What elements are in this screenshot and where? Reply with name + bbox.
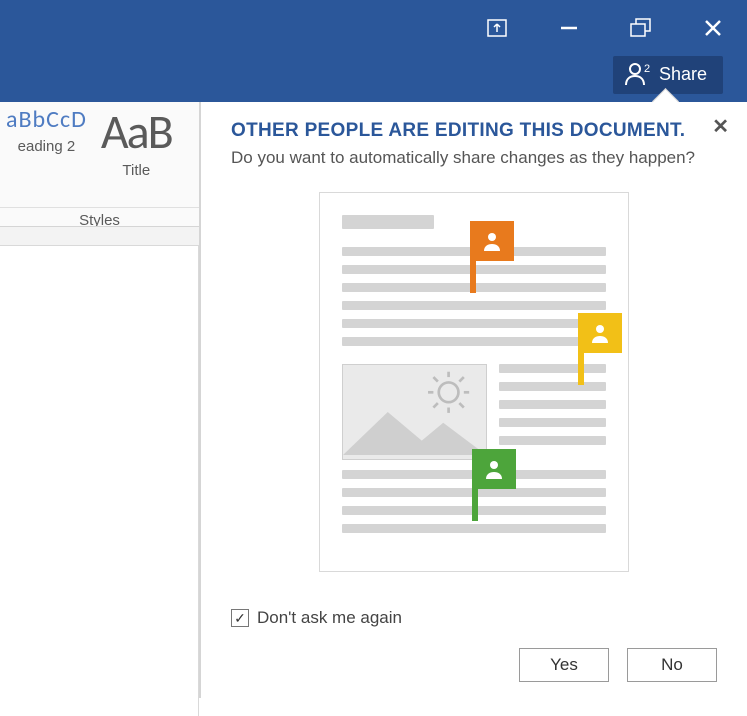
document-page[interactable] — [0, 245, 199, 716]
popup-illustration — [319, 192, 629, 572]
style-label: eading 2 — [6, 138, 87, 155]
popup-subheading: Do you want to automatically share chang… — [231, 148, 717, 168]
user-flag-green — [472, 449, 516, 489]
checkbox-icon: ✓ — [231, 609, 249, 627]
styles-column: aBbCcD eading 2 AaB Title Styles — [0, 102, 200, 698]
user-icon — [482, 457, 506, 481]
share-label: Share — [659, 64, 707, 85]
share-badge: 2 — [644, 63, 650, 75]
share-bar: 2 Share — [0, 56, 747, 102]
style-tile-heading2[interactable]: aBbCcD eading 2 — [6, 108, 87, 179]
minimize-icon — [559, 18, 579, 38]
popup-close-button[interactable]: ✕ — [712, 114, 729, 139]
checkbox-label: Don't ask me again — [257, 608, 402, 628]
user-icon — [480, 229, 504, 253]
popup-heading: OTHER PEOPLE ARE EDITING THIS DOCUMENT. — [231, 120, 717, 142]
no-button[interactable]: No — [627, 648, 717, 682]
restore-button[interactable] — [619, 8, 663, 48]
style-tile-title[interactable]: AaB Title — [101, 108, 172, 179]
dont-ask-checkbox-row[interactable]: ✓ Don't ask me again — [231, 608, 717, 628]
user-flag-orange — [470, 221, 514, 261]
user-flag-yellow — [578, 313, 622, 353]
minimize-button[interactable] — [547, 8, 591, 48]
coauthor-popup: ✕ OTHER PEOPLE ARE EDITING THIS DOCUMENT… — [200, 102, 747, 698]
title-bar — [0, 0, 747, 56]
style-sample: aBbCcD — [6, 108, 87, 132]
share-button[interactable]: 2 Share — [613, 56, 723, 94]
close-icon — [704, 19, 722, 37]
upload-button[interactable] — [475, 8, 519, 48]
style-sample: AaB — [101, 108, 172, 156]
image-placeholder-icon — [342, 364, 487, 460]
style-label: Title — [101, 162, 172, 179]
close-window-button[interactable] — [691, 8, 735, 48]
restore-icon — [630, 18, 652, 38]
upload-icon — [487, 19, 507, 37]
person-icon: 2 — [625, 62, 651, 86]
user-icon — [588, 321, 612, 345]
yes-button[interactable]: Yes — [519, 648, 609, 682]
